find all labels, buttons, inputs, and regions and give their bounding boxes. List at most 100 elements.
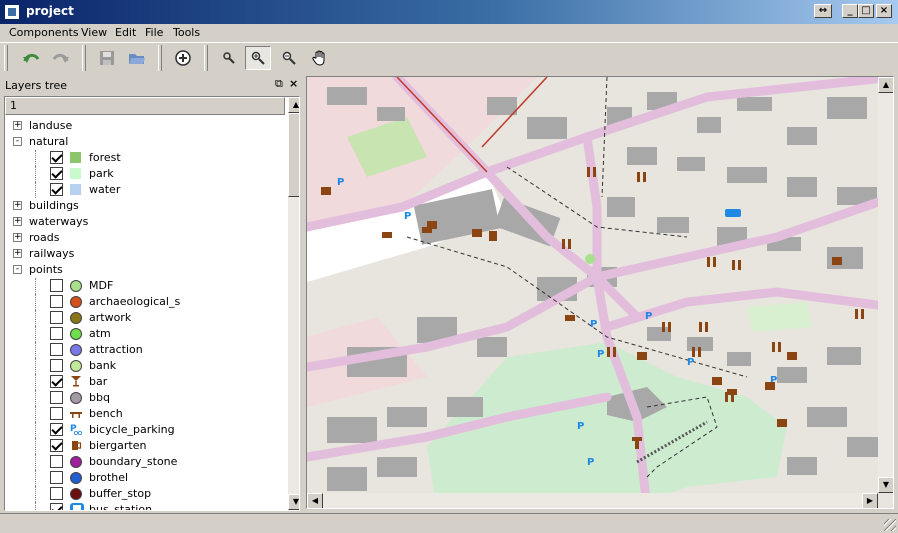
tree-row-railways[interactable]: + railways (5, 246, 285, 262)
expand-icon[interactable]: + (13, 201, 22, 210)
restore-size-icon[interactable]: ↔ (814, 4, 832, 18)
toolbar-grip-4[interactable] (204, 45, 208, 71)
layer-visibility-checkbox[interactable] (50, 327, 63, 340)
collapse-icon[interactable]: - (13, 265, 22, 274)
tree-row-atm[interactable]: atm (5, 326, 285, 342)
scroll-up-button[interactable]: ▲ (288, 97, 299, 113)
map-canvas[interactable]: PPP PPP PPP ▲ ▼ ◀ ▶ (306, 76, 894, 509)
zoom-tool-icon[interactable] (216, 46, 242, 70)
tree-row-archaeological-s[interactable]: archaeological_s (5, 294, 285, 310)
layer-visibility-checkbox[interactable] (50, 391, 63, 404)
menu-view[interactable]: View (81, 26, 107, 39)
tree-row-brothel[interactable]: brothel (5, 470, 285, 486)
layer-label: forest (89, 151, 121, 164)
tree-row-artwork[interactable]: artwork (5, 310, 285, 326)
layer-visibility-checkbox[interactable] (50, 295, 63, 308)
tree-row-buildings[interactable]: + buildings (5, 198, 285, 214)
tree-row-boundary-stone[interactable]: boundary_stone (5, 454, 285, 470)
layer-visibility-checkbox[interactable] (50, 151, 63, 164)
menu-components[interactable]: Components (9, 26, 79, 39)
expand-icon[interactable]: + (13, 217, 22, 226)
save-icon[interactable] (94, 46, 120, 70)
scroll-thumb[interactable] (288, 113, 299, 197)
resize-grip[interactable] (884, 519, 896, 531)
tree-scrollbar[interactable]: ▲ ▼ (288, 97, 299, 510)
layer-visibility-checkbox[interactable] (50, 167, 63, 180)
layer-visibility-checkbox[interactable] (50, 503, 63, 510)
collapse-icon[interactable]: - (13, 137, 22, 146)
tree-row-biergarten[interactable]: biergarten (5, 438, 285, 454)
zoom-in-icon[interactable] (245, 46, 271, 70)
menu-tools[interactable]: Tools (173, 26, 200, 39)
tree-guide-line (35, 358, 36, 374)
tree-row-bicycle-parking[interactable]: Pbicycle_parking (5, 422, 285, 438)
expand-icon[interactable]: + (13, 249, 22, 258)
map-horizontal-scrollbar[interactable]: ◀ ▶ (307, 493, 878, 508)
float-panel-icon[interactable]: ⧉ (275, 77, 283, 91)
tree-row-attraction[interactable]: attraction (5, 342, 285, 358)
pan-hand-icon[interactable] (307, 46, 333, 70)
maximize-button[interactable]: □ (858, 4, 874, 18)
layer-visibility-checkbox[interactable] (50, 487, 63, 500)
close-panel-icon[interactable]: × (289, 77, 298, 90)
layer-label: water (89, 183, 121, 196)
tree-row-points[interactable]: - points (5, 262, 285, 278)
fill-swatch-icon (70, 152, 81, 163)
layer-visibility-checkbox[interactable] (50, 471, 63, 484)
tree-row-landuse[interactable]: + landuse (5, 118, 285, 134)
tree-row-forest[interactable]: forest (5, 150, 285, 166)
tree-row-bar[interactable]: bar (5, 374, 285, 390)
layer-visibility-checkbox[interactable] (50, 359, 63, 372)
open-folder-icon[interactable] (124, 46, 150, 70)
map-scroll-up-button[interactable]: ▲ (878, 77, 893, 93)
map-scroll-down-button[interactable]: ▼ (878, 477, 893, 493)
map-scroll-right-button[interactable]: ▶ (862, 493, 878, 508)
add-layer-icon[interactable] (170, 46, 196, 70)
tree-row-waterways[interactable]: + waterways (5, 214, 285, 230)
tree-row-mdf[interactable]: MDF (5, 278, 285, 294)
tree-row-water[interactable]: water (5, 182, 285, 198)
layer-visibility-checkbox[interactable] (50, 183, 63, 196)
tree-guide-line (35, 406, 36, 422)
layer-label: atm (89, 327, 111, 340)
tree-row-buffer-stop[interactable]: buffer_stop (5, 486, 285, 502)
layer-visibility-checkbox[interactable] (50, 439, 63, 452)
minimize-button[interactable]: _ (842, 4, 858, 18)
tree-row-bbq[interactable]: bbq (5, 390, 285, 406)
tree-row-park[interactable]: park (5, 166, 285, 182)
scroll-down-button[interactable]: ▼ (288, 494, 299, 510)
layer-visibility-checkbox[interactable] (50, 311, 63, 324)
tree-rows: + landuse - natural forest park water + building… (5, 118, 285, 510)
redo-icon[interactable] (48, 46, 74, 70)
expand-icon[interactable]: + (13, 233, 22, 242)
tree-row-natural[interactable]: - natural (5, 134, 285, 150)
layer-visibility-checkbox[interactable] (50, 343, 63, 356)
tree-column-header[interactable]: 1 (5, 97, 285, 115)
fill-swatch-icon (70, 184, 81, 195)
undo-icon[interactable] (18, 46, 44, 70)
status-bar (0, 513, 898, 533)
tree-row-bench[interactable]: bench (5, 406, 285, 422)
tree-row-bank[interactable]: bank (5, 358, 285, 374)
expand-icon[interactable]: + (13, 121, 22, 130)
map-vertical-scrollbar[interactable]: ▲ ▼ (878, 77, 893, 493)
bench-icon (70, 407, 84, 421)
layer-visibility-checkbox[interactable] (50, 455, 63, 468)
layer-visibility-checkbox[interactable] (50, 407, 63, 420)
close-button[interactable]: × (876, 4, 892, 18)
layer-label: MDF (89, 279, 114, 292)
toolbar-grip[interactable] (4, 45, 8, 71)
menu-file[interactable]: File (145, 26, 163, 39)
tree-guide-line (35, 182, 36, 198)
tree-row-roads[interactable]: + roads (5, 230, 285, 246)
zoom-out-icon[interactable] (276, 46, 302, 70)
layer-visibility-checkbox[interactable] (50, 279, 63, 292)
point-symbol-icon (70, 360, 82, 372)
toolbar-grip-3[interactable] (158, 45, 162, 71)
tree-row-bus-station[interactable]: bus_station (5, 502, 285, 510)
layer-visibility-checkbox[interactable] (50, 423, 63, 436)
toolbar-grip-2[interactable] (82, 45, 86, 71)
menu-edit[interactable]: Edit (115, 26, 136, 39)
map-scroll-left-button[interactable]: ◀ (307, 493, 323, 508)
layer-visibility-checkbox[interactable] (50, 375, 63, 388)
